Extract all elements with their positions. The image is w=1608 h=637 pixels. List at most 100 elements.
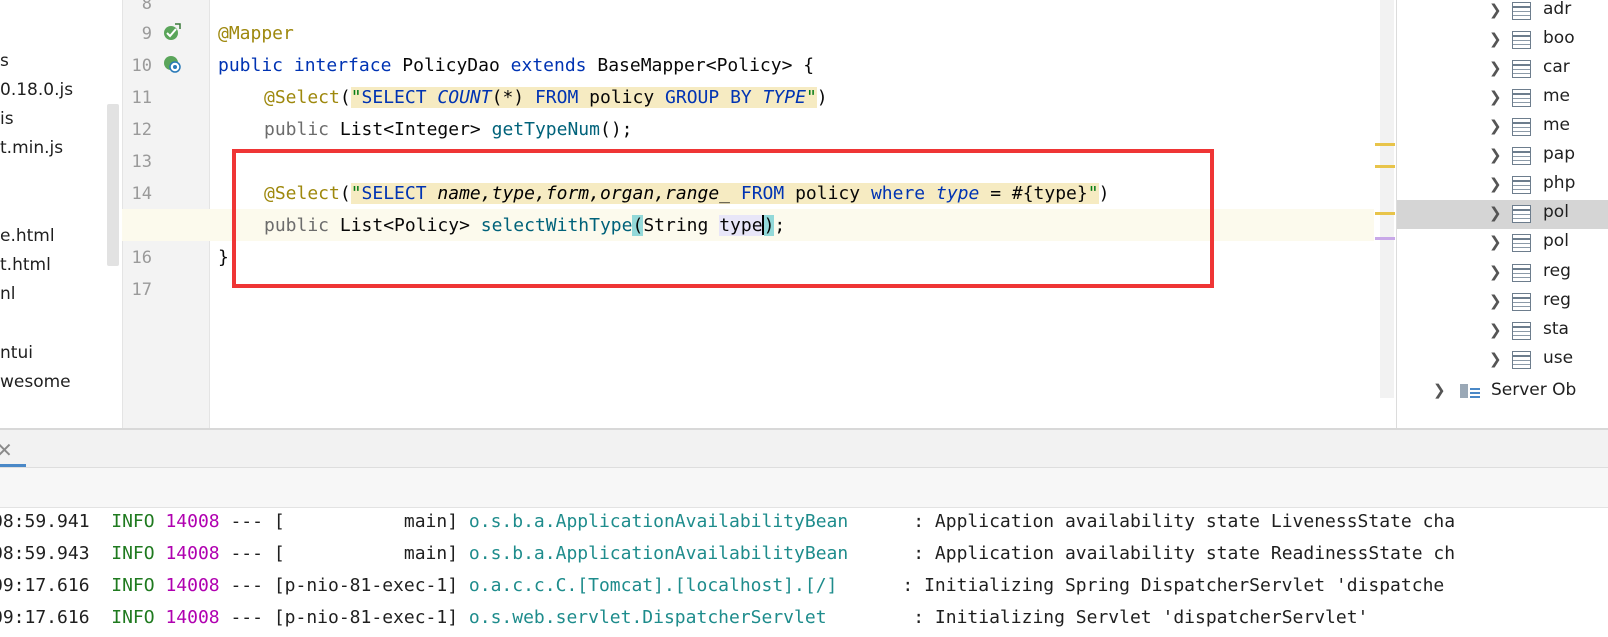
keyword-public: public [264, 119, 330, 140]
sql-args: (*) [491, 87, 525, 108]
chevron-right-icon[interactable]: ❯ [1489, 233, 1502, 251]
warning-marker[interactable] [1375, 165, 1395, 168]
warning-marker[interactable] [1375, 212, 1395, 215]
code-line-12[interactable]: public List<Integer> getTypeNum(); [264, 118, 633, 142]
db-table-label: sta [1543, 319, 1569, 339]
db-table-label: reg [1543, 261, 1571, 281]
sql-keyword: FROM [534, 87, 579, 108]
log-pid: 14008 [165, 575, 220, 596]
line-number: 11 [131, 88, 152, 108]
project-file-item[interactable]: t.min.js [0, 137, 63, 159]
log-thread: [p-nio-81-exec-1] [273, 607, 459, 628]
mybatis-mapper-icon[interactable] [162, 22, 182, 42]
return-type: List<Integer> [339, 119, 481, 140]
log-logger[interactable]: o.a.c.c.C.[Tomcat].[localhost].[/] [469, 575, 892, 596]
table-icon [1512, 176, 1531, 194]
db-table-row-selected[interactable]: ❯ pol [1397, 200, 1608, 229]
db-table-label: use [1543, 348, 1574, 368]
line-number: 12 [131, 120, 152, 140]
log-logger[interactable]: o.s.b.a.ApplicationAvailabilityBean [469, 511, 902, 532]
editor-scrollbar[interactable] [1380, 0, 1394, 398]
project-file-item[interactable]: 0.18.0.js [0, 79, 73, 101]
log-level: INFO [111, 511, 155, 532]
table-icon [1512, 234, 1531, 252]
chevron-right-icon[interactable]: ❯ [1489, 204, 1502, 222]
db-table-row[interactable]: ❯ me [1397, 113, 1608, 142]
db-table-label: pol [1543, 202, 1569, 222]
chevron-right-icon[interactable]: ❯ [1489, 59, 1502, 77]
project-file-item[interactable]: t.html [0, 254, 51, 276]
sql-column: TYPE [762, 87, 806, 108]
method-params: (); [599, 119, 633, 140]
db-table-row[interactable]: ❯ use [1397, 346, 1608, 375]
log-logger[interactable]: o.s.b.a.ApplicationAvailabilityBean [469, 543, 902, 564]
console-output[interactable]: 08:59.941 INFO 14008 --- [ main] o.s.b.a… [0, 508, 1608, 637]
chevron-right-icon[interactable]: ❯ [1489, 30, 1502, 48]
mybatis-implementation-icon[interactable] [162, 54, 182, 74]
db-table-row[interactable]: ❯ car [1397, 55, 1608, 84]
caret-marker[interactable] [1375, 237, 1395, 240]
select-annotation: @Select [264, 87, 340, 108]
server-objects-row[interactable]: ❯ Server Ob [1397, 377, 1608, 406]
database-tree-panel: ❯ adr ❯ boo ❯ car ❯ me ❯ me ❯ pap ❯ php ❯ pol ❯ p… [1396, 0, 1608, 428]
project-file-item[interactable]: s [0, 50, 9, 72]
project-file-item[interactable]: e.html [0, 225, 55, 247]
close-icon[interactable]: ✕ [0, 438, 13, 462]
db-table-row[interactable]: ❯ me [1397, 84, 1608, 113]
log-sep: --- [230, 607, 263, 628]
db-table-row[interactable]: ❯ reg [1397, 259, 1608, 288]
active-tab-indicator [0, 464, 26, 467]
db-table-row[interactable]: ❯ adr [1397, 0, 1608, 26]
warning-marker[interactable] [1375, 143, 1395, 146]
chevron-right-icon[interactable]: ❯ [1489, 263, 1502, 281]
chevron-right-icon[interactable]: ❯ [1489, 146, 1502, 164]
db-table-label: me [1543, 115, 1571, 135]
table-icon [1512, 60, 1531, 78]
keyword-interface: interface [293, 55, 392, 76]
code-line-10[interactable]: public interface PolicyDao extends BaseM… [218, 54, 814, 78]
chevron-right-icon[interactable]: ❯ [1489, 292, 1502, 310]
chevron-right-icon[interactable]: ❯ [1489, 350, 1502, 368]
db-table-label: car [1543, 57, 1570, 77]
project-file-item[interactable]: wesome [0, 371, 71, 393]
code-line-9[interactable]: @Mapper [218, 22, 294, 46]
chevron-right-icon[interactable]: ❯ [1433, 381, 1446, 399]
code-line-11[interactable]: @Select("SELECT COUNT(*) FROM policy GRO… [264, 86, 828, 110]
log-logger[interactable]: o.s.web.servlet.DispatcherServlet [469, 607, 902, 628]
log-level: INFO [111, 607, 155, 628]
log-time: 08:59.943 [0, 543, 90, 564]
project-file-item[interactable]: is [0, 108, 14, 130]
db-table-row[interactable]: ❯ pol [1397, 229, 1608, 258]
line-number: 16 [131, 248, 152, 268]
chevron-right-icon[interactable]: ❯ [1489, 117, 1502, 135]
log-sep: --- [230, 511, 263, 532]
db-table-row[interactable]: ❯ boo [1397, 26, 1608, 55]
chevron-right-icon[interactable]: ❯ [1489, 88, 1502, 106]
table-icon [1512, 351, 1531, 369]
log-sep: --- [230, 543, 263, 564]
db-table-row[interactable]: ❯ reg [1397, 288, 1608, 317]
chevron-right-icon[interactable]: ❯ [1489, 175, 1502, 193]
db-table-row[interactable]: ❯ pap [1397, 142, 1608, 171]
db-table-label: boo [1543, 28, 1575, 48]
chevron-right-icon[interactable]: ❯ [1489, 1, 1502, 19]
log-sep: --- [230, 575, 263, 596]
project-tree-scrollbar[interactable] [107, 104, 119, 266]
code-line-16[interactable]: } [218, 246, 229, 270]
project-file-item[interactable]: ntui [0, 342, 33, 364]
method-name: getTypeNum [491, 119, 600, 140]
line-number: 9 [141, 24, 152, 44]
sql-function: COUNT [437, 87, 492, 108]
db-table-row[interactable]: ❯ sta [1397, 317, 1608, 346]
log-line: 09:17.616 INFO 14008 --- [p-nio-81-exec-… [0, 606, 1368, 630]
table-icon [1512, 118, 1531, 136]
keyword-extends: extends [510, 55, 587, 76]
table-icon [1512, 147, 1531, 165]
db-table-row[interactable]: ❯ php [1397, 171, 1608, 200]
chevron-right-icon[interactable]: ❯ [1489, 321, 1502, 339]
db-table-label: adr [1543, 0, 1572, 19]
project-file-item[interactable]: nl [0, 283, 16, 305]
log-line: 08:59.941 INFO 14008 --- [ main] o.s.b.a… [0, 510, 1455, 534]
table-icon [1512, 264, 1531, 282]
table-icon [1512, 205, 1531, 223]
